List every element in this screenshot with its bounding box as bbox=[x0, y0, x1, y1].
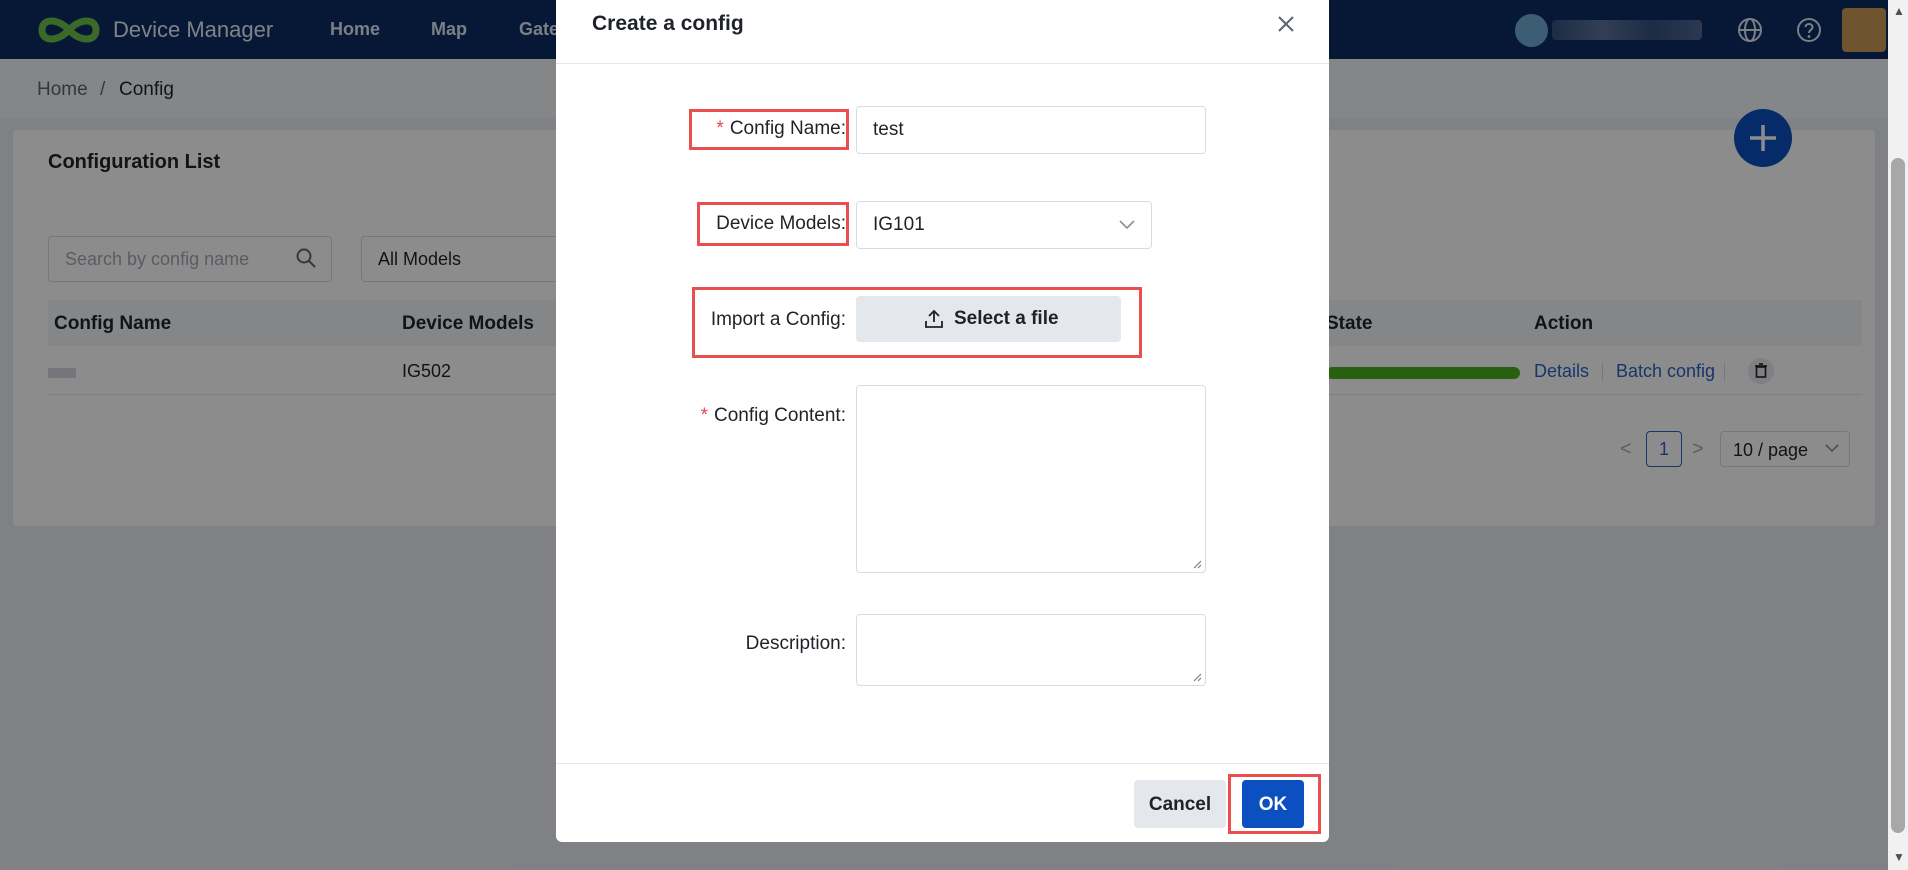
colon: : bbox=[840, 633, 846, 654]
highlight-device-models bbox=[697, 202, 849, 246]
config-content-label: * Config Content: bbox=[676, 405, 846, 427]
highlight-config-name bbox=[689, 109, 849, 150]
footer-divider bbox=[556, 763, 1329, 764]
header-divider bbox=[556, 63, 1329, 64]
config-content-label-text: Config Content bbox=[713, 405, 841, 426]
resize-handle-icon[interactable] bbox=[1192, 672, 1202, 682]
description-textarea[interactable] bbox=[856, 614, 1206, 686]
description-label: Description: bbox=[676, 633, 846, 655]
resize-handle-icon[interactable] bbox=[1192, 559, 1202, 569]
highlight-import-config bbox=[692, 287, 1142, 358]
scrollbar-thumb[interactable] bbox=[1891, 158, 1905, 833]
device-models-value: IG101 bbox=[873, 214, 925, 235]
cancel-label: Cancel bbox=[1148, 794, 1212, 815]
required-marker: * bbox=[700, 405, 708, 426]
device-models-select[interactable]: IG101 bbox=[856, 201, 1152, 249]
config-content-textarea[interactable] bbox=[856, 385, 1206, 573]
close-icon[interactable] bbox=[1274, 12, 1298, 36]
scroll-up-arrow[interactable]: ▲ bbox=[1893, 4, 1905, 18]
colon: : bbox=[840, 405, 846, 426]
chevron-down-icon bbox=[1119, 220, 1135, 230]
description-label-text: Description bbox=[745, 633, 841, 654]
create-config-dialog: Create a config * Config Name: test Devic… bbox=[556, 0, 1329, 842]
highlight-ok bbox=[1228, 774, 1321, 834]
config-name-value: test bbox=[873, 119, 904, 140]
config-name-input[interactable]: test bbox=[856, 106, 1206, 154]
scroll-down-arrow[interactable]: ▼ bbox=[1893, 850, 1905, 864]
cancel-button[interactable]: Cancel bbox=[1134, 780, 1226, 828]
dialog-title: Create a config bbox=[592, 12, 744, 35]
